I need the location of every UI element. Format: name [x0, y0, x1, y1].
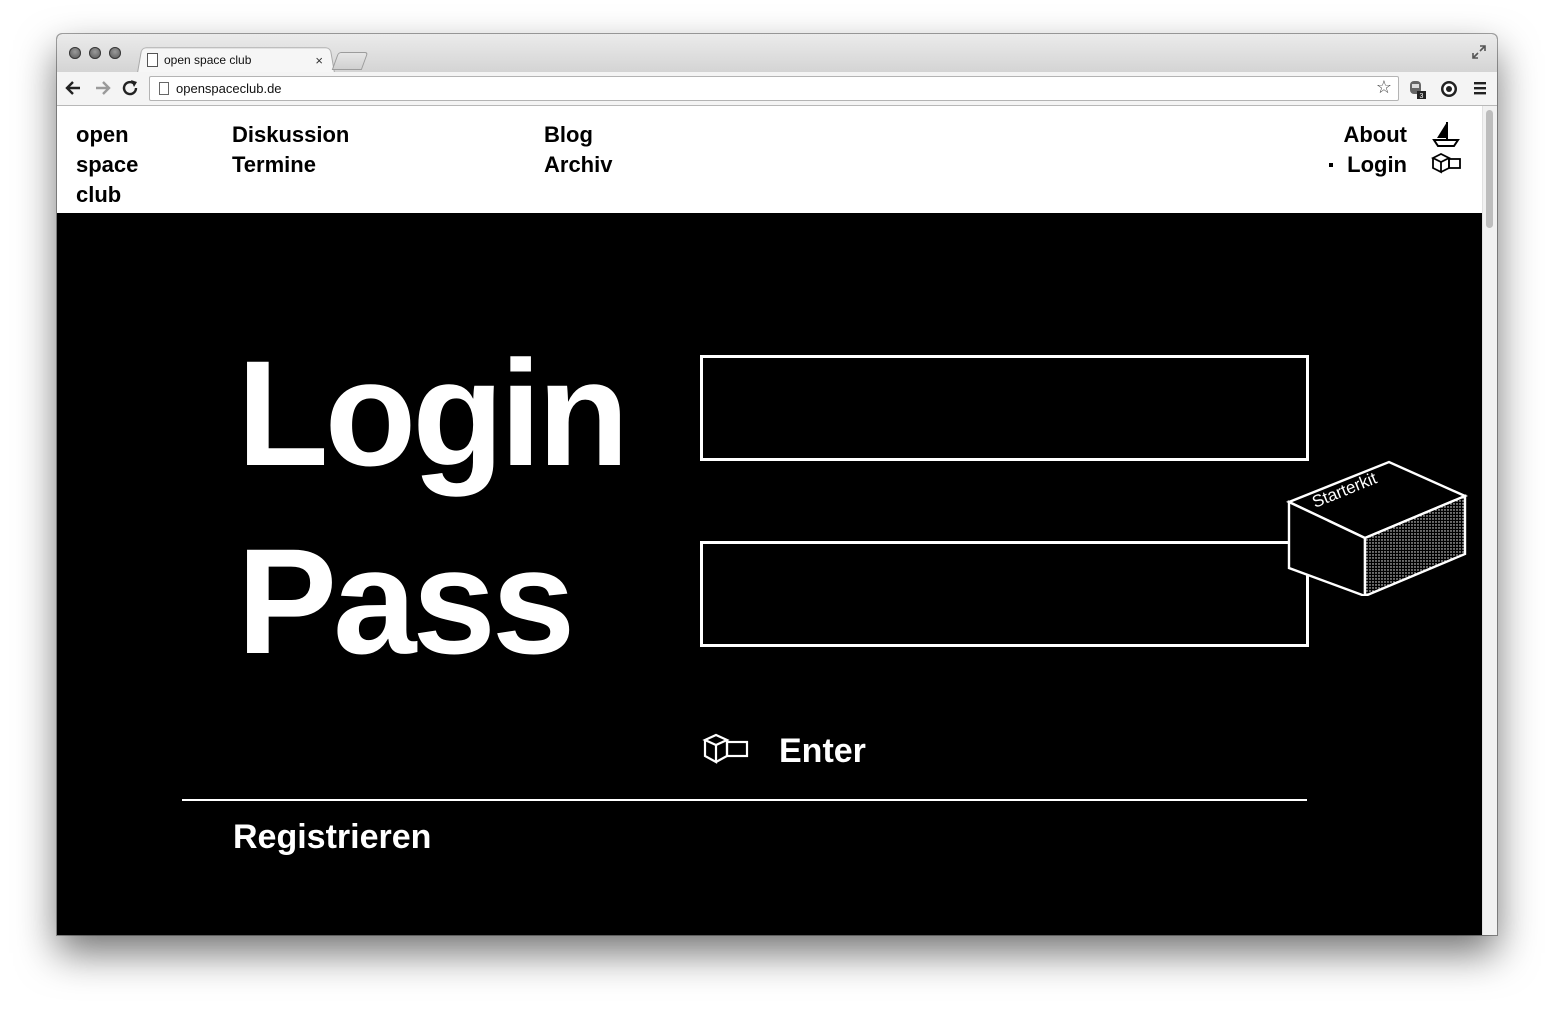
logo-line: open	[76, 122, 129, 147]
back-icon[interactable]	[63, 77, 85, 99]
scrollbar-thumb[interactable]	[1486, 110, 1493, 228]
browser-tab-content[interactable]: open space club ×	[147, 50, 327, 70]
page-viewport: open space club Diskussion Termine Blog …	[57, 106, 1497, 935]
login-field[interactable]	[700, 355, 1309, 461]
logo-line: space	[76, 152, 139, 177]
enter-button[interactable]: Enter	[701, 726, 866, 776]
box-icon	[701, 730, 751, 773]
new-tab-button[interactable]	[331, 52, 369, 70]
active-indicator	[1329, 163, 1333, 167]
password-field[interactable]	[700, 541, 1309, 647]
page-icon	[147, 53, 158, 67]
nav-column-right: About Login	[1343, 120, 1407, 180]
title-bar: open space club ×	[57, 34, 1497, 73]
nav-link-blog[interactable]: Blog	[544, 120, 612, 150]
browser-window: open space club × openspaceclub.de ☆ 3 o…	[57, 34, 1497, 935]
logo-line: club	[76, 182, 122, 207]
divider	[182, 799, 1307, 801]
extension-icon[interactable]: 3	[1407, 79, 1426, 100]
login-label: Login	[237, 329, 629, 497]
nav-link-termine[interactable]: Termine	[232, 150, 349, 180]
pass-label: Pass	[237, 517, 575, 685]
forward-icon[interactable]	[91, 77, 113, 99]
extension-shield-icon[interactable]	[1439, 79, 1457, 97]
address-bar[interactable]: openspaceclub.de ☆	[149, 76, 1399, 101]
nav-link-about[interactable]: About	[1343, 120, 1407, 150]
register-link[interactable]: Registrieren	[233, 818, 431, 857]
starterkit-box[interactable]: Starterkit	[1285, 446, 1471, 598]
close-window-button[interactable]	[69, 47, 81, 59]
box-icon[interactable]	[1430, 150, 1461, 180]
nav-link-archiv[interactable]: Archiv	[544, 150, 612, 180]
bookmark-star-icon[interactable]: ☆	[1376, 77, 1392, 98]
site-header: open space club Diskussion Termine Blog …	[57, 106, 1483, 213]
close-tab-icon[interactable]: ×	[315, 53, 323, 68]
boat-icon[interactable]	[1431, 120, 1461, 150]
site-logo[interactable]: open space club	[76, 120, 138, 210]
reload-icon[interactable]	[119, 77, 141, 99]
browser-toolbar: openspaceclub.de ☆ 3	[57, 72, 1497, 106]
menu-icon[interactable]	[1471, 79, 1489, 97]
extension-badge: 3	[1420, 93, 1424, 99]
vertical-scrollbar[interactable]	[1482, 106, 1497, 935]
minimize-window-button[interactable]	[89, 47, 101, 59]
fullscreen-icon[interactable]	[1471, 44, 1487, 60]
nav-column-2: Blog Archiv	[544, 120, 612, 180]
page-icon	[159, 82, 169, 95]
nav-link-login[interactable]: Login	[1343, 150, 1407, 180]
zoom-window-button[interactable]	[109, 47, 121, 59]
tab-title: open space club	[164, 53, 252, 67]
nav-column-1: Diskussion Termine	[232, 120, 349, 180]
nav-link-diskussion[interactable]: Diskussion	[232, 120, 349, 150]
enter-label: Enter	[779, 731, 866, 770]
url-text[interactable]: openspaceclub.de	[176, 81, 282, 96]
